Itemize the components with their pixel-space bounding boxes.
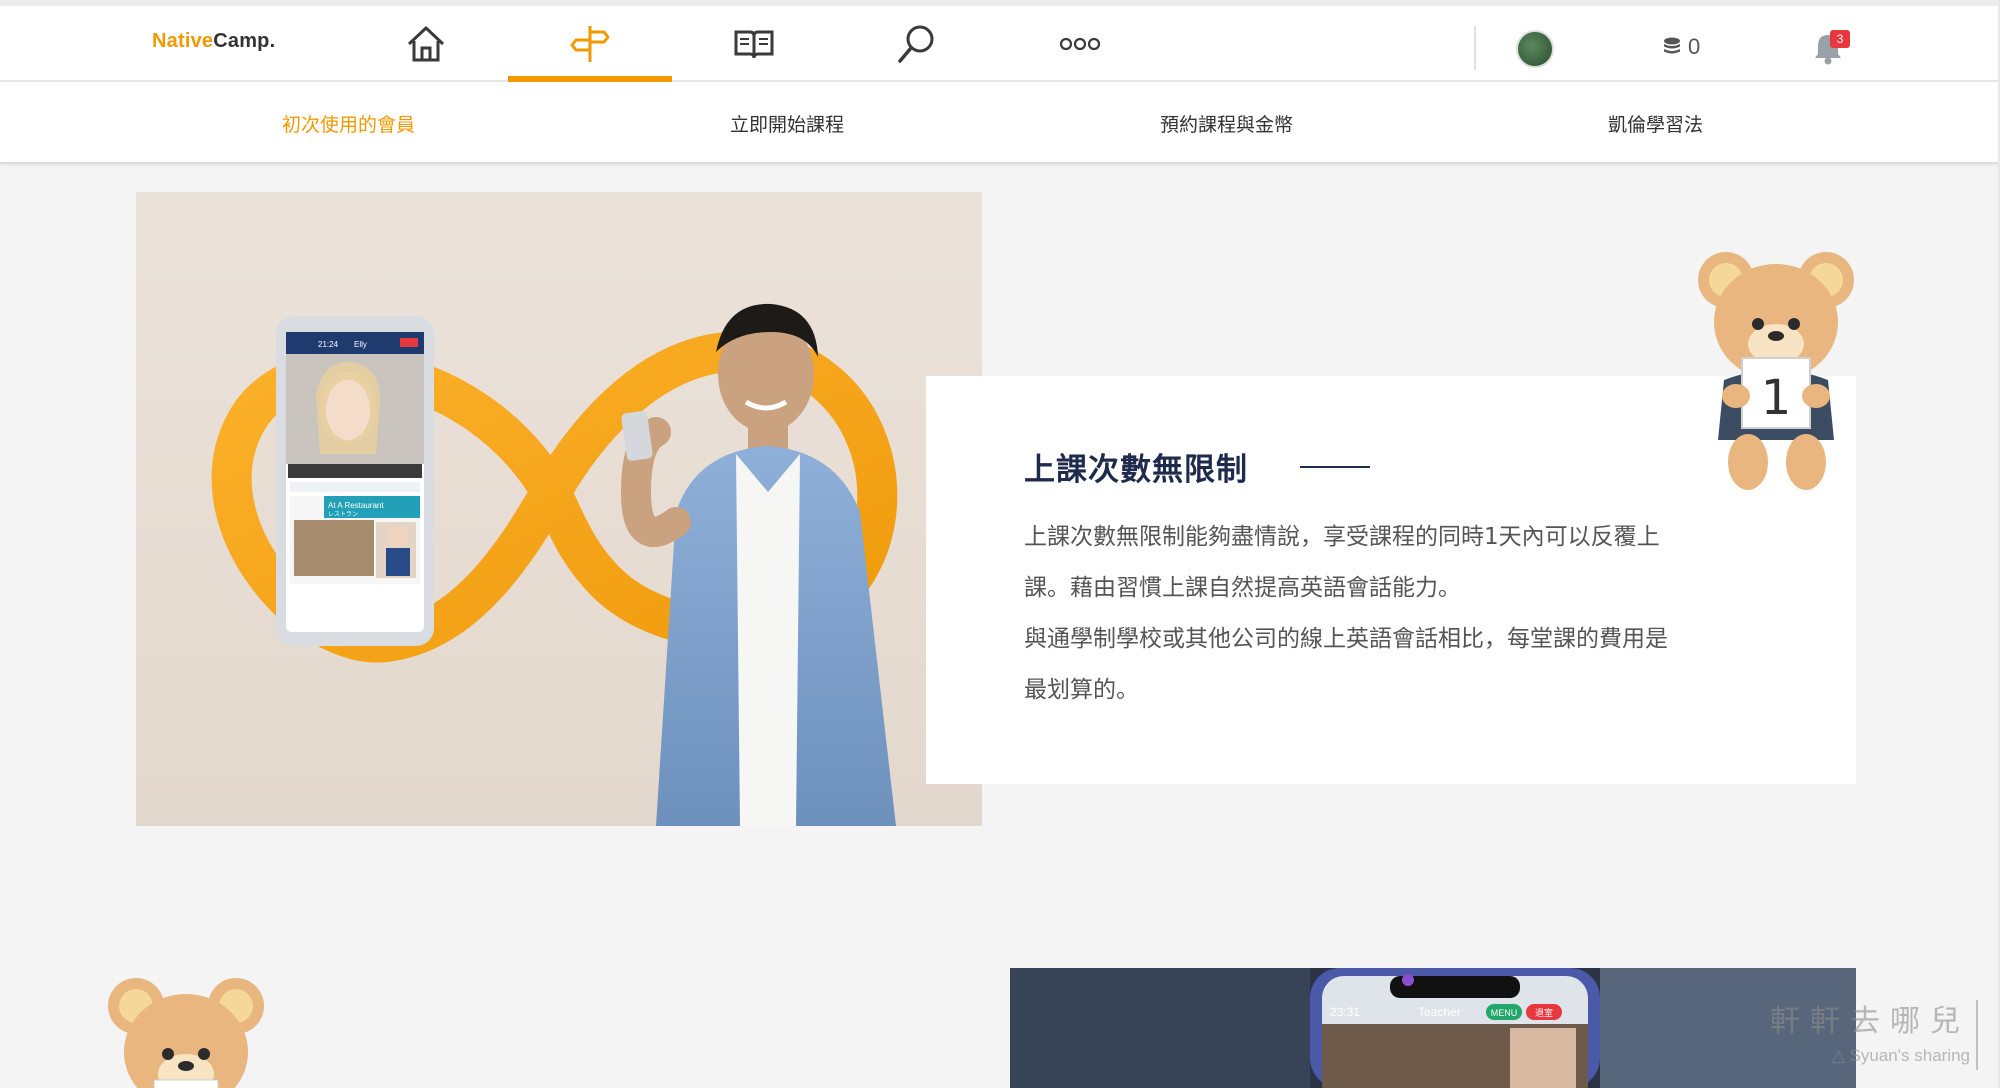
- lesson-app-photo: 23:31 Teacher MENU 退室: [1010, 968, 1856, 1088]
- home-icon[interactable]: [396, 18, 456, 70]
- sub-navigation: 初次使用的會員 立即開始課程 預約課程與金幣 凱倫學習法: [0, 82, 2000, 164]
- svg-text:退室: 退室: [1535, 1007, 1553, 1019]
- book-icon[interactable]: [724, 18, 784, 70]
- more-icon[interactable]: [1050, 18, 1110, 70]
- title-underline: [1300, 466, 1370, 468]
- native-camp-logo[interactable]: NativeCamp.: [152, 30, 275, 53]
- subnav-start-lesson[interactable]: 立即開始課程: [730, 110, 844, 137]
- bear-mascot-icon: 1: [1694, 250, 1860, 494]
- description-line: 與通學制學校或其他公司的線上英語會話相比，每堂課的費用是: [1024, 626, 1668, 652]
- svg-text:23:31: 23:31: [1330, 1005, 1360, 1019]
- description-line: 上課次數無限制能夠盡情說，享受課程的同時1天內可以反覆上: [1024, 524, 1660, 550]
- coin-balance[interactable]: 0: [1662, 34, 1700, 60]
- svg-text:Elly: Elly: [354, 340, 367, 349]
- user-avatar[interactable]: [1516, 30, 1554, 68]
- svg-text:1: 1: [1761, 370, 1792, 426]
- subnav-first-time-members[interactable]: 初次使用的會員: [282, 110, 415, 137]
- phone-illustration: 21:24 Elly At A Restaurant レストラン: [276, 316, 434, 646]
- subnav-callan-method[interactable]: 凱倫學習法: [1608, 110, 1703, 137]
- watermark: 軒軒去哪兒 △ Syuan's sharing: [1770, 1004, 1970, 1065]
- svg-text:レストラン: レストラン: [328, 511, 358, 518]
- signpost-icon[interactable]: [560, 18, 620, 70]
- coin-count: 0: [1688, 34, 1701, 59]
- svg-text:At A Restaurant: At A Restaurant: [328, 501, 384, 510]
- search-icon[interactable]: [886, 18, 946, 70]
- bear-mascot-icon: [104, 976, 270, 1088]
- unlimited-lessons-illustration: 21:24 Elly At A Restaurant レストラン: [136, 192, 982, 826]
- subnav-booking-coins[interactable]: 預約課程與金幣: [1160, 110, 1293, 137]
- notification-badge: 3: [1830, 30, 1850, 48]
- svg-text:MENU: MENU: [1491, 1008, 1518, 1018]
- svg-text:Teacher: Teacher: [1418, 1005, 1461, 1019]
- watermark-divider: [1976, 1000, 1978, 1070]
- top-navbar: NativeCamp. 0 3: [0, 0, 2000, 82]
- feature-description: 上課次數無限制能夠盡情說，享受課程的同時1天內可以反覆上 課。藉由習慣上課自然提…: [1024, 512, 1744, 716]
- coin-stack-icon: [1664, 37, 1680, 54]
- feature-title: 上課次數無限制: [1024, 452, 1248, 488]
- svg-text:21:24: 21:24: [318, 340, 339, 349]
- description-line: 課。藉由習慣上課自然提高英語會話能力。: [1024, 575, 1461, 601]
- nav-divider: [1474, 26, 1476, 70]
- description-line: 最划算的。: [1024, 677, 1139, 703]
